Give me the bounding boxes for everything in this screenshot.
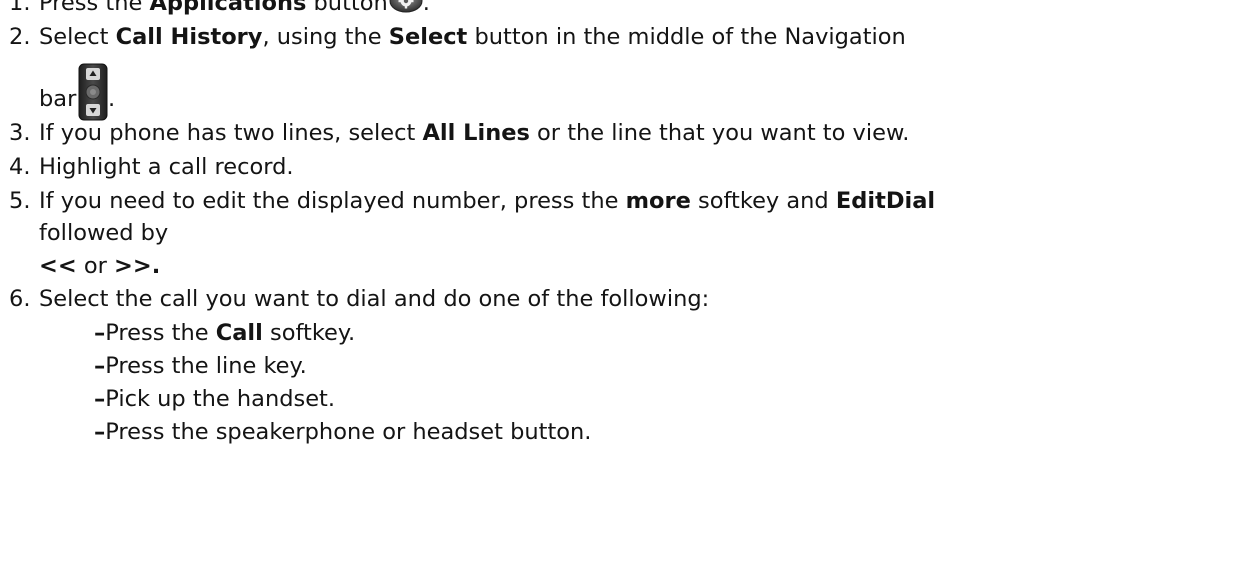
step-2-period: .: [108, 84, 115, 114]
step-bold: Applications: [149, 0, 307, 16]
step-6-subitem: –Press the line key.: [94, 351, 307, 381]
step-text: , using the: [262, 24, 389, 50]
step-5-line-3: << or >>.: [39, 251, 160, 281]
step-text: Select the call you want to dial and do …: [39, 286, 710, 312]
step-text: .: [422, 0, 430, 16]
step-text: softkey.: [262, 320, 356, 346]
step-text: softkey and: [690, 188, 836, 214]
step-number: 3.: [9, 120, 31, 146]
step-text: If you phone has two lines, select: [39, 120, 423, 146]
step-5-line-2: followed by: [39, 218, 168, 248]
step-bold: >>.: [114, 253, 161, 279]
step-text: If you need to edit the displayed number…: [39, 188, 626, 214]
step-6-subitem: –Press the Call softkey.: [94, 318, 355, 348]
step-number: 2.: [9, 24, 31, 50]
step-text: Pick up the handset.: [105, 386, 336, 412]
step-number: 1.: [9, 0, 31, 16]
step-number: 4.: [9, 154, 31, 180]
step-text: or: [76, 253, 115, 279]
step-text: Press the: [105, 320, 216, 346]
step-text: .: [108, 86, 116, 112]
step-2-continued: bar: [39, 84, 76, 114]
step-text: bar: [39, 86, 77, 112]
step-4: 4. Highlight a call record.: [9, 152, 294, 182]
dash-bullet: –: [94, 419, 106, 445]
navigation-bar-icon: [78, 63, 108, 121]
step-2: 2. Select Call History, using the Select …: [9, 22, 906, 52]
step-bold: Select: [388, 24, 468, 50]
step-3: 3. If you phone has two lines, select All…: [9, 118, 909, 148]
step-bold: All Lines: [422, 120, 530, 146]
dash-bullet: –: [94, 320, 106, 346]
dash-bullet: –: [94, 386, 106, 412]
step-5: 5. If you need to edit the displayed numb…: [9, 186, 935, 216]
step-bold: more: [625, 188, 691, 214]
step-text: Press the speakerphone or headset button…: [105, 419, 592, 445]
step-text: Highlight a call record.: [39, 154, 294, 180]
step-bold: Call History: [115, 24, 263, 50]
step-6-subitem: –Pick up the handset.: [94, 384, 335, 414]
step-text: Select: [39, 24, 116, 50]
applications-gear-icon: [389, 0, 423, 13]
dash-bullet: –: [94, 353, 106, 379]
step-1: 1. Press the Applications button .: [9, 0, 430, 18]
step-6-subitem: –Press the speakerphone or headset butto…: [94, 417, 591, 447]
step-6: 6. Select the call you want to dial and d…: [9, 284, 709, 314]
step-text: followed by: [39, 220, 169, 246]
step-bold: EditDial: [835, 188, 936, 214]
step-text: Press the: [39, 0, 150, 16]
step-text: button in the middle of the Navigation: [467, 24, 906, 50]
step-number: 6.: [9, 286, 31, 312]
step-text: or the line that you want to view.: [529, 120, 910, 146]
step-number: 5.: [9, 188, 31, 214]
step-bold: <<: [39, 253, 77, 279]
step-text: Press the line key.: [105, 353, 307, 379]
step-text: button: [306, 0, 388, 16]
step-bold: Call: [215, 320, 263, 346]
